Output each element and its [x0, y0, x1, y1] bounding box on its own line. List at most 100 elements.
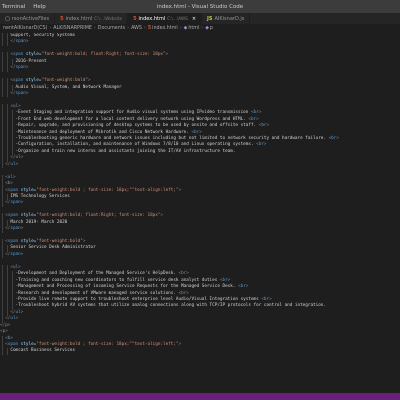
code-token: span [7, 342, 19, 347]
tab-label: AIKisnarD.js [214, 15, 245, 22]
code-token: > [258, 110, 262, 116]
code-token: > [266, 123, 270, 129]
code-token: > [256, 116, 259, 122]
window-title: index.html - Visual Studio Code [156, 3, 244, 10]
breadcrumb-item[interactable]: p [210, 26, 213, 31]
code-token: > [10, 335, 13, 341]
code-token: "text-align:left;" [131, 342, 179, 347]
code-token: "font-weight:bold; float:Right; font-siz… [41, 52, 166, 58]
code-token: span [10, 251, 21, 257]
code-token: "font-weight:bold" [36, 239, 83, 244]
code-token: > [263, 142, 267, 148]
code-token: > [227, 277, 231, 283]
code-token: span [7, 239, 19, 244]
code-token: > [199, 129, 202, 135]
code-token: Support, Security Systems [10, 33, 76, 38]
indent-guide [7, 348, 9, 355]
code-token: -Front End web development for a local c… [15, 116, 249, 122]
tab-bar: ▢ rsonActiveFiles 5 index.html C:\...\We… [0, 13, 400, 24]
code-token: -Research and development of VMware mana… [15, 290, 179, 296]
code-line[interactable]: Comcast Business Services [0, 348, 400, 355]
html5-icon: 5 [133, 15, 137, 22]
title-bar: Terminal Help index.html - Visual Studio… [0, 0, 400, 13]
code-token: "font-weight:bold ; font-size: 18px;" [36, 187, 132, 193]
code-token: > [186, 290, 189, 296]
code-token: > [20, 309, 24, 315]
code-token: > [15, 316, 19, 322]
code-token: > [160, 213, 164, 219]
code-token: > [18, 264, 21, 270]
tab-label: rsonActiveFiles [11, 15, 50, 22]
code-token: -Provide live remote support to troubles… [15, 296, 262, 302]
code-token: IMS Technology Services [10, 193, 70, 199]
code-editor[interactable]: Support, Security Systems </span> <span … [0, 33, 400, 393]
code-token: > [12, 174, 16, 180]
code-token: span [15, 90, 26, 96]
menu-help[interactable]: Help [29, 4, 50, 10]
tab-aikisnard-js[interactable]: JS AIKisnarD.js [202, 13, 251, 24]
code-token: > [186, 271, 189, 277]
text-file-icon: ▢ [5, 15, 10, 22]
code-token: style [20, 342, 34, 347]
code-token: span [12, 78, 24, 84]
tab-rson-active-files[interactable]: ▢ rsonActiveFiles [0, 13, 56, 24]
menu-terminal[interactable]: Terminal [0, 4, 29, 10]
code-token: style [20, 239, 34, 244]
breadcrumb-item[interactable]: ALKISNARPRIME [53, 26, 92, 31]
code-token: > [88, 78, 91, 84]
code-token: -Management and Processing of incoming S… [15, 284, 239, 290]
indent-guide [2, 348, 3, 355]
code-token: March 2019- March 2020 [10, 219, 68, 225]
breadcrumb-item[interactable]: AWS [131, 26, 142, 31]
code-token: > [20, 155, 24, 161]
breadcrumb-item[interactable]: nentAIKisnarD(CS) [3, 26, 47, 31]
code-token: style [20, 213, 34, 219]
code-token: -Event Staging and integration support f… [15, 110, 251, 116]
tab-description: C:\...\Website [94, 16, 123, 21]
code-token: span [10, 226, 21, 232]
code-token: -Maintenance and deployment of Mikrotik … [15, 129, 192, 135]
tab-index-html-aws[interactable]: 5 index.html C:\...\AWS × [128, 13, 203, 24]
code-token: "font-weight:bold; float:Right; font-siz… [36, 213, 161, 219]
code-token: > [25, 90, 29, 96]
breadcrumb-item[interactable]: html [188, 26, 199, 31]
code-token: > [165, 52, 169, 58]
code-token: -Configuration, installation, and mainte… [15, 142, 257, 148]
code-token: > [25, 39, 29, 45]
code-token: > [178, 342, 182, 347]
code-token: style [20, 187, 34, 193]
code-token: style [25, 78, 39, 84]
tab-label: index.html [138, 15, 166, 22]
code-token: "text-align:left;" [131, 187, 179, 193]
code-token: > [20, 226, 24, 232]
code-token: > [336, 136, 339, 141]
breadcrumb-item[interactable]: Documents [98, 26, 125, 31]
code-token: -Troubleshoot hybrid AV systems that uti… [15, 303, 326, 309]
close-icon[interactable]: × [192, 16, 196, 22]
breadcrumb-item[interactable]: index.html [152, 26, 178, 31]
html5-icon: 5 [60, 15, 64, 22]
code-token: > [82, 239, 86, 244]
code-token: Senior Service Desk Administrator [10, 245, 96, 251]
code-token: span [15, 39, 26, 45]
status-bar [0, 393, 400, 400]
code-token: -Training and coaching new coordinators … [15, 277, 220, 283]
tab-description: C:\...\AWS [167, 16, 188, 21]
code-token: style [25, 52, 39, 58]
code-token: -Development and Deployment of the Manag… [15, 271, 179, 277]
code-token: span [15, 65, 26, 71]
code-token: > [245, 284, 249, 290]
code-token: > [178, 187, 182, 193]
code-token: > [7, 322, 11, 328]
javascript-file-icon: JS [207, 15, 213, 22]
tab-label: index.html [65, 15, 93, 22]
tab-index-html-website[interactable]: 5 index.html C:\...\Website [55, 13, 129, 24]
code-token: > [269, 296, 272, 302]
code-token: span [7, 187, 19, 193]
code-token: Comcast Business Services [10, 348, 76, 354]
code-token: > [18, 103, 21, 109]
code-token: -Troubleshooting generic hardware and ne… [15, 136, 329, 141]
code-token: span [7, 213, 19, 219]
code-token: > [20, 200, 24, 206]
code-token: -Repair, upgrade, and provisioning of de… [15, 123, 259, 129]
